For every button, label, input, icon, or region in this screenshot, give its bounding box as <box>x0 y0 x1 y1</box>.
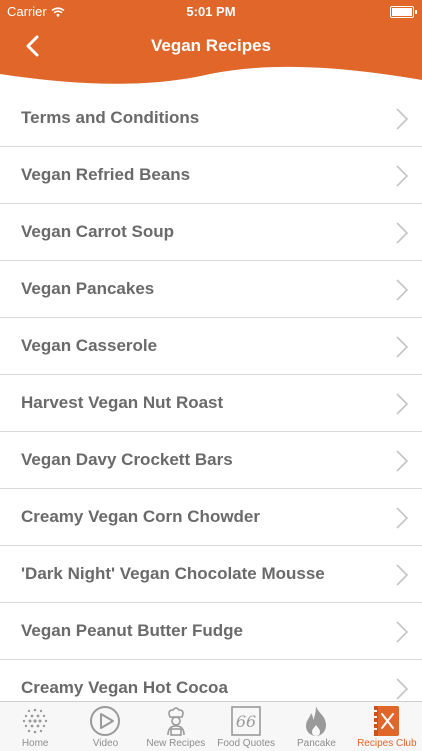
dots-grid-icon <box>22 708 48 734</box>
chevron-right-icon <box>396 450 408 472</box>
tab-label: New Recipes <box>146 738 206 749</box>
list-item-label: Creamy Vegan Hot Cocoa <box>21 678 228 697</box>
status-bar: Carrier 5:01 PM <box>0 0 422 22</box>
chevron-right-icon <box>396 336 408 358</box>
chevron-right-icon <box>396 222 408 244</box>
list-item[interactable]: Vegan Pancakes <box>0 261 422 318</box>
list-item[interactable]: Vegan Refried Beans <box>0 147 422 204</box>
chevron-right-icon <box>396 108 408 130</box>
list-item[interactable]: Vegan Davy Crockett Bars <box>0 432 422 489</box>
list-item[interactable]: 'Dark Night' Vegan Chocolate Mousse <box>0 546 422 603</box>
tab-home[interactable]: Home <box>0 702 70 751</box>
page-title: Vegan Recipes <box>150 36 271 55</box>
list-item-label: Vegan Pancakes <box>21 279 155 298</box>
list-item-label: Harvest Vegan Nut Roast <box>21 393 224 412</box>
chevron-right-icon <box>396 678 408 700</box>
list-item-label: Creamy Vegan Corn Chowder <box>21 507 261 526</box>
list-item[interactable]: Vegan Peanut Butter Fudge <box>0 603 422 660</box>
list-item[interactable]: Terms and Conditions <box>0 90 422 147</box>
list-item[interactable]: Creamy Vegan Corn Chowder <box>0 489 422 546</box>
status-time: 5:01 PM <box>186 4 236 19</box>
chevron-right-icon <box>396 564 408 586</box>
list-item-label: Terms and Conditions <box>21 108 200 127</box>
chevron-right-icon <box>396 621 408 643</box>
list-item-label: Vegan Casserole <box>21 336 158 355</box>
chevron-right-icon <box>396 507 408 529</box>
tab-label: Recipes Club <box>357 738 417 749</box>
chef-icon <box>167 707 185 736</box>
list-item-label: Vegan Davy Crockett Bars <box>21 450 233 469</box>
recipe-list: Terms and Conditions Vegan Refried Beans… <box>0 90 422 717</box>
tab-label: Home <box>21 738 49 749</box>
recipe-book-icon <box>372 706 399 736</box>
list-item[interactable]: Vegan Carrot Soup <box>0 204 422 261</box>
tab-label: Food Quotes <box>217 738 276 749</box>
list-item-label: 'Dark Night' Vegan Chocolate Mousse <box>21 564 325 583</box>
list-item[interactable]: Harvest Vegan Nut Roast <box>0 375 422 432</box>
tab-label: Video <box>92 738 119 749</box>
tab-label: Pancake <box>297 738 336 749</box>
nav-header: Carrier 5:01 PM Vegan Recipes <box>0 0 422 90</box>
list-item-label: Vegan Peanut Butter Fudge <box>21 621 243 640</box>
quote-icon: 66 <box>231 706 261 736</box>
chevron-right-icon <box>396 165 408 187</box>
list-item-label: Vegan Refried Beans <box>21 165 191 184</box>
chevron-right-icon <box>396 279 408 301</box>
list-item-label: Vegan Carrot Soup <box>21 222 175 241</box>
battery-icon <box>390 6 417 18</box>
tab-food-quotes[interactable]: 66 Food Quotes <box>211 702 281 751</box>
chevron-right-icon <box>396 393 408 415</box>
header-wave <box>0 62 422 90</box>
tab-new-recipes[interactable]: New Recipes <box>141 702 211 751</box>
svg-text:66: 66 <box>236 712 256 731</box>
tab-bar: Home Video New Recipes 66 Food Quotes Pa… <box>0 701 422 751</box>
tab-recipes-club[interactable]: Recipes Club <box>352 702 422 751</box>
play-icon <box>90 706 121 736</box>
tab-pancake[interactable]: Pancake <box>281 702 351 751</box>
list-item[interactable]: Vegan Casserole <box>0 318 422 375</box>
tab-video[interactable]: Video <box>70 702 140 751</box>
flame-icon <box>306 706 327 736</box>
